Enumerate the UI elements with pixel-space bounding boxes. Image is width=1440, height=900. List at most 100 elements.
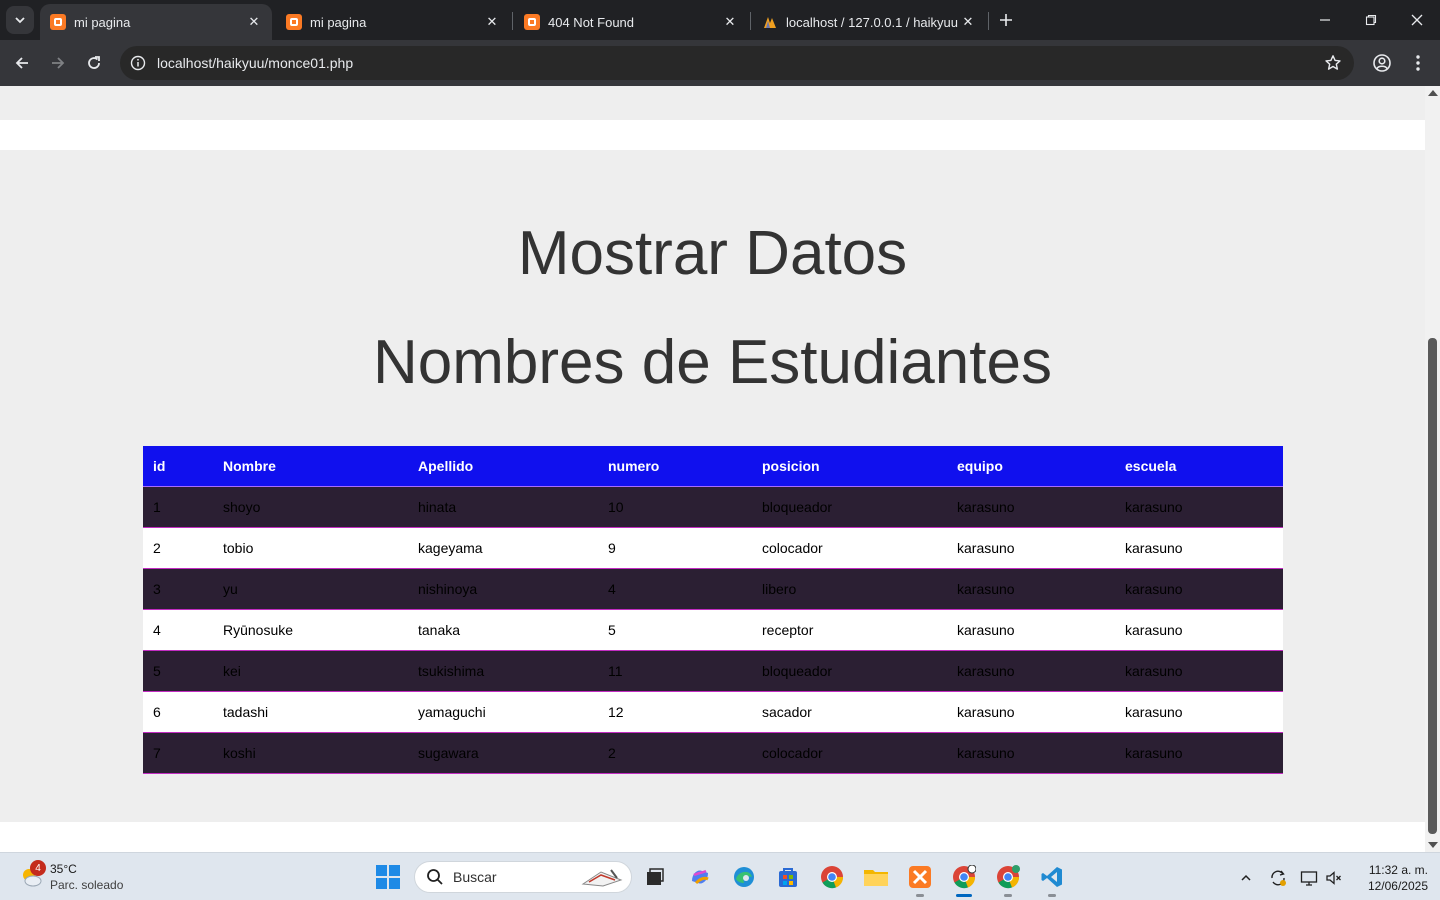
column-header: Nombre: [213, 446, 408, 487]
tray-overflow-button[interactable]: [1237, 869, 1255, 887]
scroll-up-arrow-icon[interactable]: [1428, 90, 1438, 96]
restore-button[interactable]: [1348, 0, 1394, 40]
task-view-icon: [647, 868, 664, 885]
table-cell: karasuno: [947, 650, 1115, 692]
system-clock[interactable]: 11:32 a. m. 12/06/2025: [1352, 862, 1428, 894]
chrome-icon: [997, 865, 1020, 889]
table-cell: bloqueador: [752, 486, 947, 528]
minimize-button[interactable]: [1302, 0, 1348, 40]
table-cell: 10: [598, 486, 752, 528]
table-cell: 3: [143, 568, 213, 610]
chrome-button[interactable]: [816, 861, 848, 893]
plus-icon: [1000, 14, 1012, 26]
back-button[interactable]: [7, 48, 37, 78]
windows-logo-icon: [376, 865, 400, 889]
page-viewport: Mostrar Datos Nombres de Estudiantes id …: [0, 86, 1425, 852]
copilot-button[interactable]: [684, 861, 716, 893]
table-cell: karasuno: [1115, 650, 1283, 692]
tab-search-button[interactable]: [6, 6, 34, 34]
table-cell: Ryūnosuke: [213, 609, 408, 651]
tab-label: 404 Not Found: [548, 14, 635, 30]
table-cell: karasuno: [947, 527, 1115, 569]
chrome-profile-button[interactable]: [948, 861, 980, 897]
microsoft-store-button[interactable]: [772, 861, 804, 893]
table-cell: koshi: [213, 732, 408, 774]
close-window-button[interactable]: [1394, 0, 1440, 40]
chevron-down-icon: [15, 17, 25, 24]
speaker-muted-icon: [1326, 871, 1341, 885]
close-icon[interactable]: ✕: [484, 14, 500, 30]
start-button[interactable]: [372, 861, 404, 893]
weather-temperature: 35°C: [50, 862, 77, 876]
table-cell: tanaka: [408, 609, 598, 651]
browser-toolbar: localhost/haikyuu/monce01.php: [0, 40, 1440, 86]
table-cell: tobio: [213, 527, 408, 569]
close-icon: [1411, 14, 1423, 26]
table-cell: bloqueador: [752, 650, 947, 692]
xampp-icon: [286, 14, 302, 30]
task-view-button[interactable]: [639, 861, 671, 893]
scroll-down-arrow-icon[interactable]: [1428, 842, 1438, 848]
table-cell: yu: [213, 568, 408, 610]
store-icon: [779, 868, 797, 887]
close-icon[interactable]: ✕: [246, 14, 262, 30]
tab-4[interactable]: localhost / 127.0.0.1 / haikyuu / ✕: [752, 4, 986, 40]
file-explorer-button[interactable]: [860, 861, 892, 893]
table-cell: kageyama: [408, 527, 598, 569]
table-cell: 12: [598, 691, 752, 733]
profile-icon[interactable]: [1372, 53, 1392, 73]
table-cell: colocador: [752, 527, 947, 569]
table-cell: 11: [598, 650, 752, 692]
new-tab-button[interactable]: [994, 8, 1018, 32]
notification-badge: 4: [30, 860, 46, 876]
search-highlight-icon: [581, 869, 623, 887]
table-cell: karasuno: [1115, 691, 1283, 733]
table-cell: libero: [752, 568, 947, 610]
table-cell: nishinoya: [408, 568, 598, 610]
vscode-button[interactable]: [1036, 861, 1068, 897]
chrome-icon: [953, 865, 976, 889]
scroll-thumb[interactable]: [1428, 338, 1437, 834]
edge-button[interactable]: [728, 861, 760, 893]
network-tray-button[interactable]: [1300, 869, 1318, 887]
table-cell: shoyo: [213, 486, 408, 528]
close-icon[interactable]: ✕: [722, 14, 738, 30]
clock-time: 11:32 a. m.: [1368, 863, 1428, 877]
taskbar-search[interactable]: Buscar: [414, 861, 632, 893]
table-cell: karasuno: [1115, 568, 1283, 610]
tab-label: localhost / 127.0.0.1 / haikyuu /: [786, 14, 960, 30]
table-cell: 2: [143, 527, 213, 569]
page-scrollbar[interactable]: [1425, 86, 1440, 852]
url-text: localhost/haikyuu/monce01.php: [157, 55, 354, 71]
volume-tray-button[interactable]: [1325, 869, 1343, 887]
tab-2[interactable]: mi pagina ✕: [276, 4, 510, 40]
info-icon[interactable]: [130, 55, 146, 71]
column-header: Apellido: [408, 446, 598, 487]
xampp-taskbar-button[interactable]: [904, 861, 936, 897]
weather-widget[interactable]: 4 35°C Parc. soleado: [18, 860, 178, 894]
restore-icon: [1365, 14, 1377, 26]
search-placeholder: Buscar: [453, 869, 497, 885]
table-cell: karasuno: [1115, 609, 1283, 651]
tab-label: mi pagina: [74, 14, 131, 30]
address-bar[interactable]: localhost/haikyuu/monce01.php: [120, 46, 1354, 80]
table-cell: 4: [598, 568, 752, 610]
star-icon[interactable]: [1324, 54, 1342, 72]
forward-button[interactable]: [43, 48, 73, 78]
table-cell: karasuno: [1115, 486, 1283, 528]
tab-3[interactable]: 404 Not Found ✕: [514, 4, 748, 40]
close-icon[interactable]: ✕: [960, 14, 976, 30]
table-cell: karasuno: [947, 609, 1115, 651]
chevron-up-icon: [1241, 874, 1251, 881]
table-cell: 1: [143, 486, 213, 528]
table-cell: 5: [598, 609, 752, 651]
active-indicator: [956, 894, 972, 897]
table-cell: sugawara: [408, 732, 598, 774]
vscode-icon: [1041, 867, 1062, 887]
reload-button[interactable]: [79, 48, 109, 78]
tab-separator: [512, 12, 513, 30]
menu-icon[interactable]: [1408, 53, 1428, 73]
sync-tray-button[interactable]: [1269, 869, 1287, 887]
chrome-second-profile-button[interactable]: [992, 861, 1024, 897]
tab-1[interactable]: mi pagina ✕: [40, 4, 272, 40]
